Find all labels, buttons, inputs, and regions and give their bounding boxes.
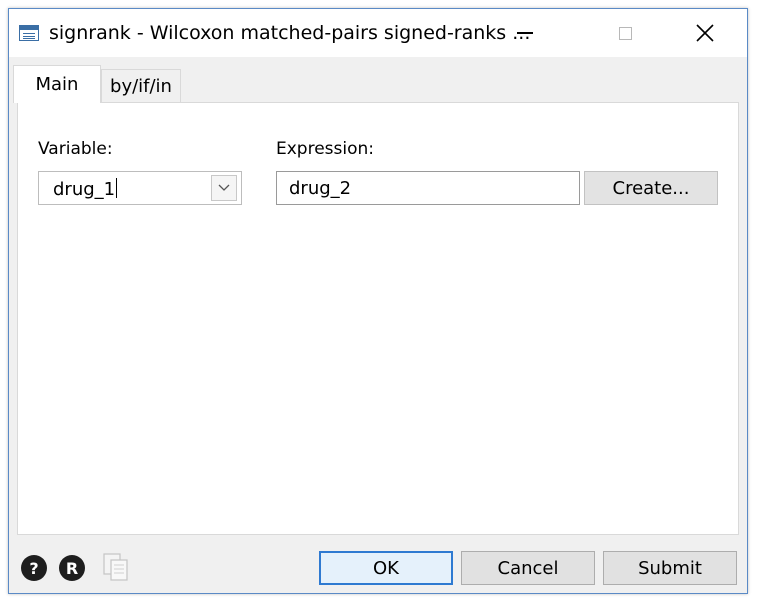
button-bar: ? R OK Cancel Submit <box>9 535 747 593</box>
dialog-app-icon <box>19 25 39 41</box>
minimize-button[interactable] <box>505 15 545 51</box>
submit-button[interactable]: Submit <box>603 551 737 585</box>
minimize-icon <box>517 32 533 34</box>
maximize-icon <box>618 26 632 40</box>
help-icon[interactable]: ? <box>21 555 47 581</box>
text-cursor <box>116 178 118 198</box>
copy-command-icon[interactable] <box>101 551 131 583</box>
variable-value[interactable]: drug_1 <box>53 178 118 200</box>
dialog-window: signrank - Wilcoxon matched-pairs signed… <box>8 8 748 594</box>
variable-combobox[interactable]: drug_1 <box>38 171 242 205</box>
expression-value[interactable]: drug_2 <box>289 178 351 199</box>
reset-icon[interactable]: R <box>59 555 85 581</box>
tab-by-if-in[interactable]: by/if/in <box>101 69 181 103</box>
main-tab-panel: Variable: Expression: drug_1 drug_2 Crea… <box>17 102 739 535</box>
variable-dropdown-button[interactable] <box>211 175 237 201</box>
tab-main[interactable]: Main <box>13 65 101 103</box>
maximize-button[interactable] <box>605 15 645 51</box>
chevron-down-icon <box>218 184 230 191</box>
close-icon <box>696 24 714 42</box>
expression-label: Expression: <box>276 139 375 159</box>
variable-label: Variable: <box>38 139 113 159</box>
dialog-body: Main by/if/in Variable: Expression: drug… <box>9 57 747 593</box>
create-button[interactable]: Create... <box>584 171 718 205</box>
expression-input[interactable]: drug_2 <box>276 171 580 205</box>
close-button[interactable] <box>685 15 725 51</box>
ok-button[interactable]: OK <box>319 551 453 585</box>
window-title: signrank - Wilcoxon matched-pairs signed… <box>49 22 531 44</box>
title-bar[interactable]: signrank - Wilcoxon matched-pairs signed… <box>9 9 747 57</box>
cancel-button[interactable]: Cancel <box>461 551 595 585</box>
